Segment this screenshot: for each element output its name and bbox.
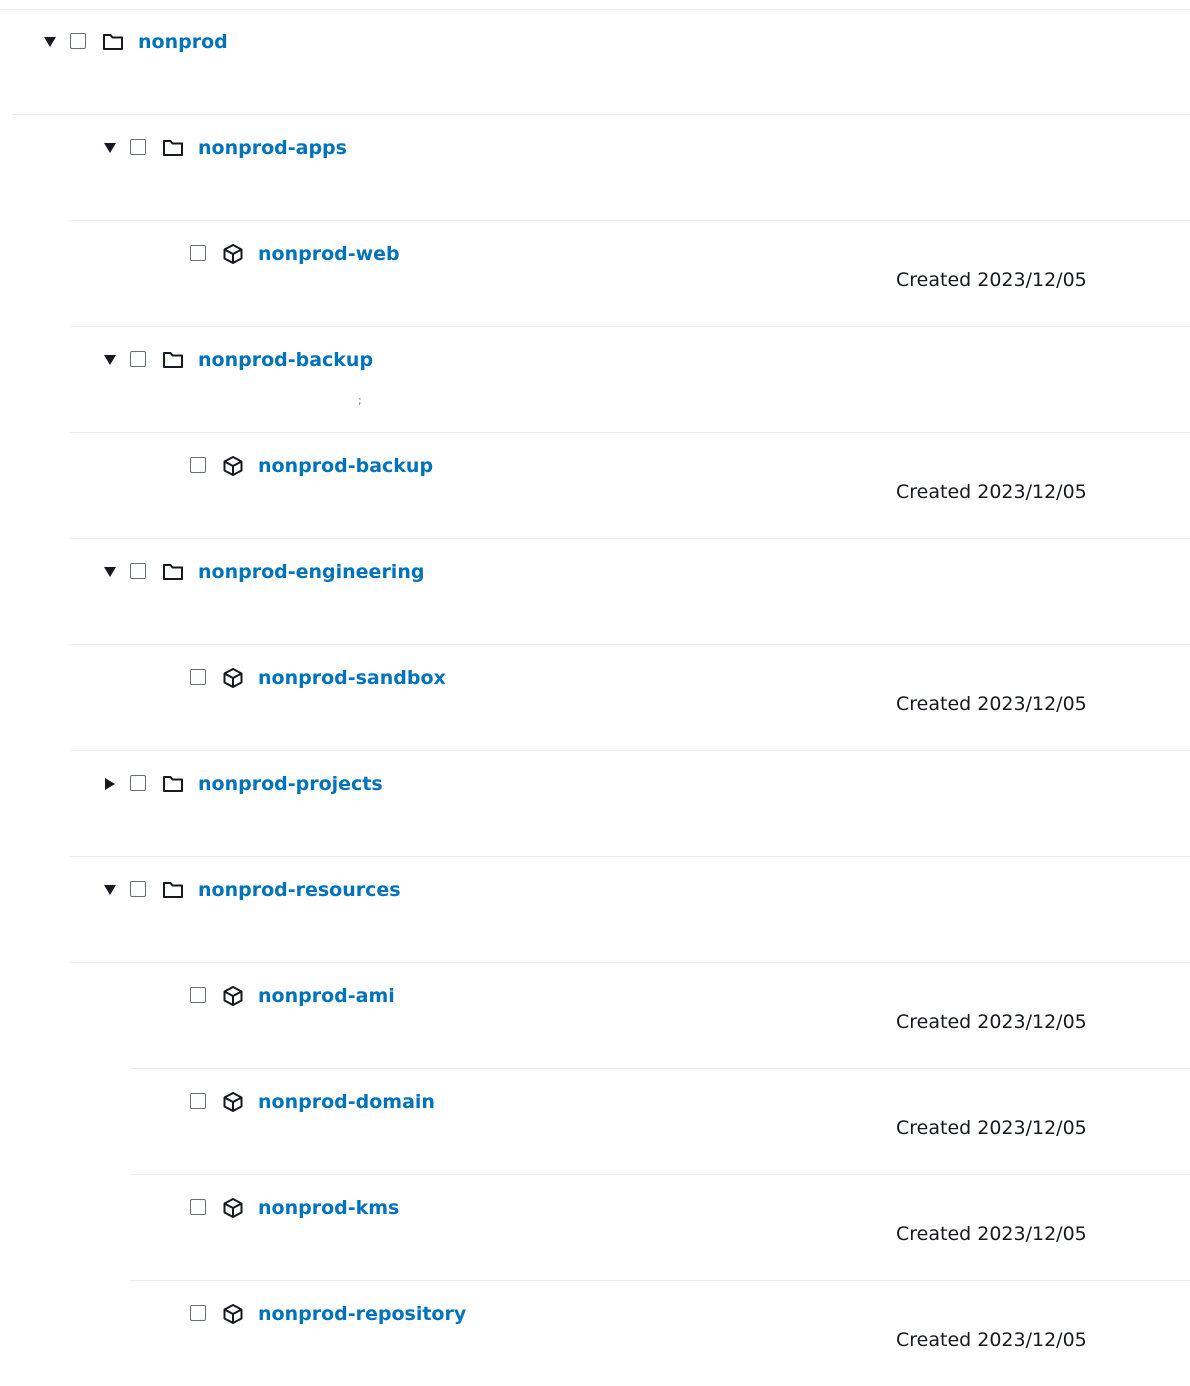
created-date: Created 2023/12/05 [896, 1117, 1087, 1139]
account-link[interactable]: nonprod-backup [258, 454, 433, 478]
row-checkbox[interactable] [130, 563, 146, 579]
tree-row-folder: nonprod-resources [70, 858, 1190, 963]
cube-icon [221, 454, 245, 478]
row-checkbox[interactable] [190, 1199, 206, 1215]
row-checkbox[interactable] [190, 457, 206, 473]
account-link[interactable]: nonprod-domain [258, 1090, 435, 1114]
caret-right-icon[interactable] [101, 775, 119, 793]
folder-icon [161, 348, 185, 372]
folder-link[interactable]: nonprod-apps [198, 136, 347, 160]
created-date: Created 2023/12/05 [896, 269, 1087, 291]
created-date: Created 2023/12/05 [896, 1223, 1087, 1245]
row-checkbox[interactable] [190, 987, 206, 1003]
caret-down-icon[interactable] [101, 139, 119, 157]
account-link[interactable]: nonprod-repository [258, 1302, 466, 1326]
folder-icon [161, 772, 185, 796]
folder-link[interactable]: nonprod-backup [198, 348, 373, 372]
tree-row-folder: nonprod-backup [70, 328, 1190, 433]
account-link[interactable]: nonprod-sandbox [258, 666, 446, 690]
caret-down-icon[interactable] [41, 33, 59, 51]
row-checkbox[interactable] [130, 351, 146, 367]
row-checkbox[interactable] [190, 245, 206, 261]
created-date: Created 2023/12/05 [896, 693, 1087, 715]
folder-link[interactable]: nonprod [138, 30, 228, 54]
folder-link[interactable]: nonprod-projects [198, 772, 383, 796]
row-checkbox[interactable] [130, 139, 146, 155]
tree-row-folder: nonprod [12, 10, 1190, 115]
row-checkbox[interactable] [130, 775, 146, 791]
tree-row-account: nonprod-backup Created 2023/12/05 [70, 434, 1190, 539]
tree-row-folder: nonprod-engineering [70, 540, 1190, 645]
tree-row-folder: nonprod-apps [70, 116, 1190, 221]
row-checkbox[interactable] [70, 33, 86, 49]
folder-link[interactable]: nonprod-engineering [198, 560, 424, 584]
tree-row-folder: nonprod-projects [70, 752, 1190, 857]
account-link[interactable]: nonprod-kms [258, 1196, 399, 1220]
cube-icon [221, 984, 245, 1008]
folder-link[interactable]: nonprod-resources [198, 878, 401, 902]
cube-icon [221, 1090, 245, 1114]
created-date: Created 2023/12/05 [896, 1011, 1087, 1033]
caret-down-icon[interactable] [101, 881, 119, 899]
folder-icon [161, 136, 185, 160]
row-checkbox[interactable] [190, 1093, 206, 1109]
cube-icon [221, 1196, 245, 1220]
tree-row-account: nonprod-repository Created 2023/12/05 [130, 1282, 1190, 1386]
caret-down-icon[interactable] [101, 563, 119, 581]
tree-row-account: nonprod-web Created 2023/12/05 [70, 222, 1190, 327]
caret-down-icon[interactable] [101, 351, 119, 369]
folder-icon [161, 878, 185, 902]
tree-row-account: nonprod-kms Created 2023/12/05 [130, 1176, 1190, 1281]
cube-icon [221, 1302, 245, 1326]
created-date: Created 2023/12/05 [896, 481, 1087, 503]
cube-icon [221, 242, 245, 266]
tree-row-account: nonprod-domain Created 2023/12/05 [130, 1070, 1190, 1175]
tree-row-account: nonprod-ami Created 2023/12/05 [130, 964, 1190, 1069]
account-link[interactable]: nonprod-ami [258, 984, 395, 1008]
cube-icon [221, 666, 245, 690]
folder-icon [101, 30, 125, 54]
row-checkbox[interactable] [130, 881, 146, 897]
row-checkbox[interactable] [190, 669, 206, 685]
row-checkbox[interactable] [190, 1305, 206, 1321]
folder-icon [161, 560, 185, 584]
account-link[interactable]: nonprod-web [258, 242, 400, 266]
created-date: Created 2023/12/05 [896, 1329, 1087, 1351]
organization-tree: ; nonprod nonprod-apps nonprod-web Created … [0, 0, 1190, 1386]
tree-row-account: nonprod-sandbox Created 2023/12/05 [70, 646, 1190, 751]
